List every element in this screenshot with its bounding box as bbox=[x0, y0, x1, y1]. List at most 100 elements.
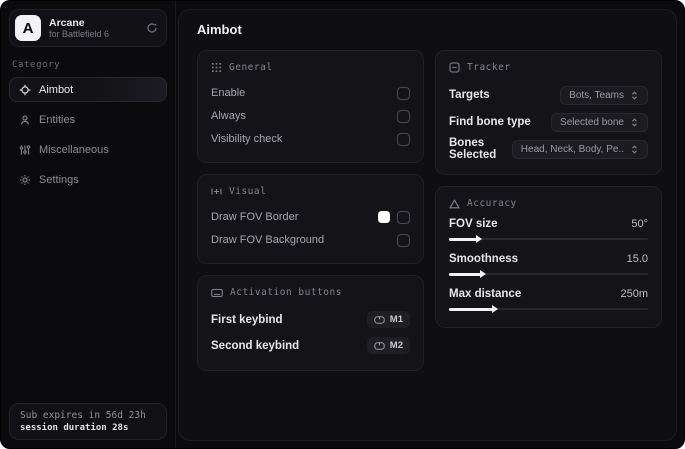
visibility-check-checkbox[interactable] bbox=[397, 132, 410, 146]
brand-card: A Arcane for Battlefield 6 bbox=[9, 9, 167, 47]
subscription-info: Sub expires in 56d 23h session duration … bbox=[9, 403, 167, 440]
find-bone-type-select[interactable]: Selected bone bbox=[551, 112, 648, 132]
left-column: General Enable Always Visibility check V… bbox=[197, 50, 424, 371]
keybind-row-second: Second keybind M2 bbox=[211, 333, 410, 358]
card-title: Visual bbox=[229, 186, 267, 197]
fov-size-slider[interactable] bbox=[449, 235, 648, 243]
slider-label: FOV size bbox=[449, 218, 498, 230]
setting-label: Draw FOV Background bbox=[211, 234, 325, 246]
tracker-row-find-bone-type: Find bone type Selected bone bbox=[449, 109, 648, 135]
sidebar-item-settings[interactable]: Settings bbox=[9, 167, 167, 192]
sidebar-nav: Aimbot Entities Miscellaneous Settings bbox=[9, 77, 167, 192]
visual-card: Visual Draw FOV Border Draw FOV Backgrou… bbox=[197, 174, 424, 264]
sidebar-item-label: Entities bbox=[39, 113, 76, 126]
expand-icon bbox=[630, 117, 639, 127]
brand-initial: A bbox=[22, 19, 34, 37]
general-card: General Enable Always Visibility check bbox=[197, 50, 424, 163]
sidebar-item-label: Miscellaneous bbox=[39, 143, 109, 156]
keybind-label: Second keybind bbox=[211, 339, 300, 352]
card-title: Accuracy bbox=[467, 198, 517, 209]
sidebar-item-label: Aimbot bbox=[39, 83, 74, 96]
setting-row-visibility-check: Visibility check bbox=[211, 128, 410, 150]
select-value: Head, Neck, Body, Pe.. bbox=[520, 143, 624, 155]
sidebar-item-label: Settings bbox=[39, 173, 79, 186]
main-panel: Aimbot General Enable Always Visibility … bbox=[178, 9, 677, 441]
tracker-label: Targets bbox=[449, 89, 490, 101]
always-checkbox[interactable] bbox=[397, 109, 410, 123]
fov-border-checkbox[interactable] bbox=[397, 210, 410, 224]
sliders-icon bbox=[19, 144, 31, 156]
sub-expiry-text: Sub expires in 56d 23h bbox=[20, 410, 146, 421]
slider-group-smoothness: Smoothness 15.0 bbox=[449, 253, 648, 278]
card-title: Activation buttons bbox=[230, 287, 342, 298]
activation-buttons-card: Activation buttons First keybind M1 Seco… bbox=[197, 275, 424, 371]
bones-selected-select[interactable]: Head, Neck, Body, Pe.. bbox=[511, 139, 648, 159]
smoothness-slider[interactable] bbox=[449, 270, 648, 278]
setting-label: Draw FOV Border bbox=[211, 211, 299, 223]
keybind-value: M1 bbox=[389, 314, 403, 325]
grid-icon bbox=[211, 62, 222, 73]
second-keybind-button[interactable]: M2 bbox=[366, 337, 410, 354]
app-window: A Arcane for Battlefield 6 Category Aimb… bbox=[0, 0, 685, 449]
category-label: Category bbox=[12, 60, 61, 70]
setting-row-fov-border: Draw FOV Border bbox=[211, 206, 410, 228]
setting-label: Visibility check bbox=[211, 133, 283, 145]
fov-border-color-swatch[interactable] bbox=[378, 211, 390, 223]
sidebar-item-miscellaneous[interactable]: Miscellaneous bbox=[9, 137, 167, 162]
page-title: Aimbot bbox=[197, 22, 242, 37]
keybind-label: First keybind bbox=[211, 313, 283, 326]
slider-value: 250m bbox=[620, 288, 648, 300]
tracker-row-targets: Targets Bots, Teams bbox=[449, 82, 648, 108]
max-distance-slider[interactable] bbox=[449, 305, 648, 313]
setting-label: Always bbox=[211, 110, 246, 122]
keyboard-icon bbox=[211, 288, 223, 298]
slider-group-fov-size: FOV size 50° bbox=[449, 218, 648, 243]
slider-fill bbox=[449, 237, 477, 241]
refresh-icon[interactable] bbox=[146, 22, 158, 34]
visual-icon bbox=[211, 186, 222, 197]
accuracy-card: Accuracy FOV size 50° Smoothness 15.0 Ma… bbox=[435, 186, 662, 328]
tracker-icon bbox=[449, 62, 460, 73]
card-title: General bbox=[229, 62, 273, 73]
tracker-label: Find bone type bbox=[449, 116, 531, 128]
slider-value: 50° bbox=[631, 218, 648, 230]
keybind-value: M2 bbox=[389, 340, 403, 351]
right-column: Tracker Targets Bots, Teams Find bone ty… bbox=[435, 50, 662, 328]
slider-label: Smoothness bbox=[449, 253, 519, 265]
slider-fill bbox=[449, 272, 481, 276]
brand-name: Arcane bbox=[49, 16, 85, 29]
triangle-icon bbox=[449, 198, 460, 209]
setting-label: Enable bbox=[211, 87, 246, 99]
card-title: Tracker bbox=[467, 62, 511, 73]
session-duration-text: session duration 28s bbox=[20, 423, 129, 433]
tracker-label: Bones Selected bbox=[449, 137, 497, 161]
keybind-row-first: First keybind M1 bbox=[211, 307, 410, 332]
select-value: Selected bone bbox=[560, 116, 624, 128]
mouse-icon bbox=[374, 315, 385, 324]
sidebar-item-aimbot[interactable]: Aimbot bbox=[9, 77, 167, 102]
targets-select[interactable]: Bots, Teams bbox=[560, 85, 648, 105]
gear-icon bbox=[19, 174, 31, 186]
sidebar-item-entities[interactable]: Entities bbox=[9, 107, 167, 132]
slider-group-max-distance: Max distance 250m bbox=[449, 288, 648, 313]
brand-text: Arcane for Battlefield 6 bbox=[49, 17, 138, 39]
sidebar: A Arcane for Battlefield 6 Category Aimb… bbox=[1, 1, 176, 448]
setting-row-fov-background: Draw FOV Background bbox=[211, 229, 410, 251]
select-value: Bots, Teams bbox=[569, 89, 624, 101]
enable-checkbox[interactable] bbox=[397, 86, 410, 100]
first-keybind-button[interactable]: M1 bbox=[366, 311, 410, 328]
slider-label: Max distance bbox=[449, 288, 522, 300]
slider-value: 15.0 bbox=[626, 253, 648, 265]
mouse-icon bbox=[374, 341, 385, 350]
fov-background-checkbox[interactable] bbox=[397, 233, 410, 247]
expand-icon bbox=[630, 90, 639, 100]
entities-icon bbox=[19, 114, 31, 126]
expand-icon bbox=[630, 144, 639, 154]
slider-fill bbox=[449, 307, 493, 311]
main-area: Aimbot General Enable Always Visibility … bbox=[176, 1, 684, 448]
tracker-card: Tracker Targets Bots, Teams Find bone ty… bbox=[435, 50, 662, 175]
crosshair-icon bbox=[19, 84, 31, 96]
brand-subtitle: for Battlefield 6 bbox=[49, 28, 110, 39]
setting-row-enable: Enable bbox=[211, 82, 410, 104]
tracker-row-bones-selected: Bones Selected Head, Neck, Body, Pe.. bbox=[449, 136, 648, 162]
